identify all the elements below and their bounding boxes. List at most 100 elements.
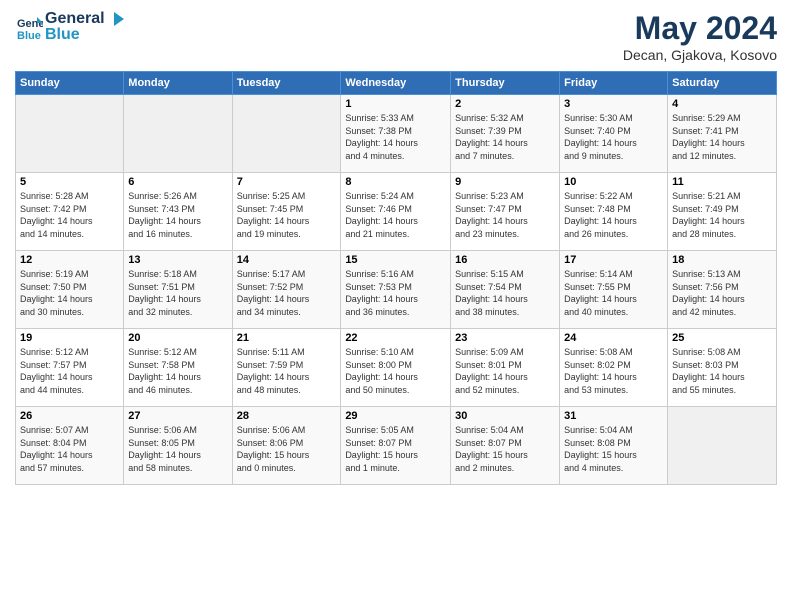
day-info: Sunrise: 5:04 AMSunset: 8:07 PMDaylight:… [455, 424, 555, 474]
logo-arrow-icon [106, 12, 124, 26]
calendar-cell: 16 Sunrise: 5:15 AMSunset: 7:54 PMDayligh… [451, 251, 560, 329]
calendar-cell: 18 Sunrise: 5:13 AMSunset: 7:56 PMDayligh… [668, 251, 777, 329]
calendar-cell: 12 Sunrise: 5:19 AMSunset: 7:50 PMDayligh… [16, 251, 124, 329]
week-row-2: 12 Sunrise: 5:19 AMSunset: 7:50 PMDayligh… [16, 251, 777, 329]
day-info: Sunrise: 5:18 AMSunset: 7:51 PMDaylight:… [128, 268, 227, 318]
day-info: Sunrise: 5:17 AMSunset: 7:52 PMDaylight:… [237, 268, 337, 318]
day-info: Sunrise: 5:29 AMSunset: 7:41 PMDaylight:… [672, 112, 772, 162]
day-info: Sunrise: 5:12 AMSunset: 7:58 PMDaylight:… [128, 346, 227, 396]
weekday-header-sunday: Sunday [16, 72, 124, 95]
day-number: 30 [455, 410, 555, 422]
day-number: 3 [564, 98, 663, 110]
day-info: Sunrise: 5:10 AMSunset: 8:00 PMDaylight:… [345, 346, 446, 396]
day-info: Sunrise: 5:04 AMSunset: 8:08 PMDaylight:… [564, 424, 663, 474]
day-number: 22 [345, 332, 446, 344]
day-info: Sunrise: 5:06 AMSunset: 8:06 PMDaylight:… [237, 424, 337, 474]
day-number: 11 [672, 176, 772, 188]
day-number: 12 [20, 254, 119, 266]
calendar-cell: 19 Sunrise: 5:12 AMSunset: 7:57 PMDayligh… [16, 329, 124, 407]
calendar-cell [124, 95, 232, 173]
calendar-cell: 11 Sunrise: 5:21 AMSunset: 7:49 PMDayligh… [668, 173, 777, 251]
day-info: Sunrise: 5:33 AMSunset: 7:38 PMDaylight:… [345, 112, 446, 162]
calendar-cell: 27 Sunrise: 5:06 AMSunset: 8:05 PMDayligh… [124, 407, 232, 485]
calendar-cell: 3Sunrise: 5:30 AMSunset: 7:40 PMDaylight… [560, 95, 668, 173]
header: General Blue General Blue May 2024 Decan… [15, 10, 777, 63]
day-info: Sunrise: 5:19 AMSunset: 7:50 PMDaylight:… [20, 268, 119, 318]
day-number: 28 [237, 410, 337, 422]
weekday-header-wednesday: Wednesday [341, 72, 451, 95]
day-info: Sunrise: 5:12 AMSunset: 7:57 PMDaylight:… [20, 346, 119, 396]
day-number: 18 [672, 254, 772, 266]
day-number: 17 [564, 254, 663, 266]
day-number: 27 [128, 410, 227, 422]
title-block: May 2024 Decan, Gjakova, Kosovo [623, 10, 777, 63]
calendar-cell: 7Sunrise: 5:25 AMSunset: 7:45 PMDaylight… [232, 173, 341, 251]
calendar-cell: 8 Sunrise: 5:24 AMSunset: 7:46 PMDaylight… [341, 173, 451, 251]
calendar-cell: 21 Sunrise: 5:11 AMSunset: 7:59 PMDayligh… [232, 329, 341, 407]
calendar-cell: 13 Sunrise: 5:18 AMSunset: 7:51 PMDayligh… [124, 251, 232, 329]
calendar-cell: 28 Sunrise: 5:06 AMSunset: 8:06 PMDayligh… [232, 407, 341, 485]
day-info: Sunrise: 5:15 AMSunset: 7:54 PMDaylight:… [455, 268, 555, 318]
day-info: Sunrise: 5:23 AMSunset: 7:47 PMDaylight:… [455, 190, 555, 240]
day-number: 13 [128, 254, 227, 266]
day-number: 6 [128, 176, 227, 188]
day-number: 29 [345, 410, 446, 422]
day-info: Sunrise: 5:08 AMSunset: 8:02 PMDaylight:… [564, 346, 663, 396]
day-info: Sunrise: 5:06 AMSunset: 8:05 PMDaylight:… [128, 424, 227, 474]
day-number: 7 [237, 176, 337, 188]
weekday-header-row: SundayMondayTuesdayWednesdayThursdayFrid… [16, 72, 777, 95]
calendar-cell: 29 Sunrise: 5:05 AMSunset: 8:07 PMDayligh… [341, 407, 451, 485]
day-info: Sunrise: 5:13 AMSunset: 7:56 PMDaylight:… [672, 268, 772, 318]
day-info: Sunrise: 5:32 AMSunset: 7:39 PMDaylight:… [455, 112, 555, 162]
day-number: 19 [20, 332, 119, 344]
calendar-cell: 24 Sunrise: 5:08 AMSunset: 8:02 PMDayligh… [560, 329, 668, 407]
calendar-table: SundayMondayTuesdayWednesdayThursdayFrid… [15, 71, 777, 485]
day-number: 21 [237, 332, 337, 344]
day-info: Sunrise: 5:21 AMSunset: 7:49 PMDaylight:… [672, 190, 772, 240]
day-number: 23 [455, 332, 555, 344]
week-row-0: 1 Sunrise: 5:33 AMSunset: 7:38 PMDaylight… [16, 95, 777, 173]
day-number: 8 [345, 176, 446, 188]
calendar-cell: 31Sunrise: 5:04 AMSunset: 8:08 PMDayligh… [560, 407, 668, 485]
calendar-cell [668, 407, 777, 485]
day-info: Sunrise: 5:08 AMSunset: 8:03 PMDaylight:… [672, 346, 772, 396]
day-number: 9 [455, 176, 555, 188]
week-row-3: 19 Sunrise: 5:12 AMSunset: 7:57 PMDayligh… [16, 329, 777, 407]
calendar-cell: 17 Sunrise: 5:14 AMSunset: 7:55 PMDayligh… [560, 251, 668, 329]
day-number: 15 [345, 254, 446, 266]
day-number: 16 [455, 254, 555, 266]
month-year-title: May 2024 [623, 10, 777, 47]
calendar-cell: 15 Sunrise: 5:16 AMSunset: 7:53 PMDayligh… [341, 251, 451, 329]
calendar-cell: 30 Sunrise: 5:04 AMSunset: 8:07 PMDayligh… [451, 407, 560, 485]
day-number: 25 [672, 332, 772, 344]
weekday-header-friday: Friday [560, 72, 668, 95]
calendar-cell: 5Sunrise: 5:28 AMSunset: 7:42 PMDaylight… [16, 173, 124, 251]
day-number: 24 [564, 332, 663, 344]
day-number: 1 [345, 98, 446, 110]
day-info: Sunrise: 5:26 AMSunset: 7:43 PMDaylight:… [128, 190, 227, 240]
calendar-cell: 4 Sunrise: 5:29 AMSunset: 7:41 PMDaylight… [668, 95, 777, 173]
day-info: Sunrise: 5:05 AMSunset: 8:07 PMDaylight:… [345, 424, 446, 474]
day-info: Sunrise: 5:09 AMSunset: 8:01 PMDaylight:… [455, 346, 555, 396]
calendar-cell: 20Sunrise: 5:12 AMSunset: 7:58 PMDayligh… [124, 329, 232, 407]
location-text: Decan, Gjakova, Kosovo [623, 47, 777, 63]
day-number: 4 [672, 98, 772, 110]
calendar-cell: 26 Sunrise: 5:07 AMSunset: 8:04 PMDayligh… [16, 407, 124, 485]
day-number: 5 [20, 176, 119, 188]
day-info: Sunrise: 5:24 AMSunset: 7:46 PMDaylight:… [345, 190, 446, 240]
calendar-cell: 9 Sunrise: 5:23 AMSunset: 7:47 PMDaylight… [451, 173, 560, 251]
calendar-cell [232, 95, 341, 173]
svg-text:Blue: Blue [17, 30, 41, 41]
day-info: Sunrise: 5:16 AMSunset: 7:53 PMDaylight:… [345, 268, 446, 318]
calendar-cell: 1 Sunrise: 5:33 AMSunset: 7:38 PMDaylight… [341, 95, 451, 173]
calendar-cell: 6 Sunrise: 5:26 AMSunset: 7:43 PMDaylight… [124, 173, 232, 251]
logo-icon: General Blue [15, 13, 43, 41]
calendar-cell: 25 Sunrise: 5:08 AMSunset: 8:03 PMDayligh… [668, 329, 777, 407]
day-info: Sunrise: 5:11 AMSunset: 7:59 PMDaylight:… [237, 346, 337, 396]
calendar-cell [16, 95, 124, 173]
day-number: 26 [20, 410, 119, 422]
day-info: Sunrise: 5:14 AMSunset: 7:55 PMDaylight:… [564, 268, 663, 318]
day-info: Sunrise: 5:07 AMSunset: 8:04 PMDaylight:… [20, 424, 119, 474]
weekday-header-saturday: Saturday [668, 72, 777, 95]
calendar-cell: 10Sunrise: 5:22 AMSunset: 7:48 PMDayligh… [560, 173, 668, 251]
